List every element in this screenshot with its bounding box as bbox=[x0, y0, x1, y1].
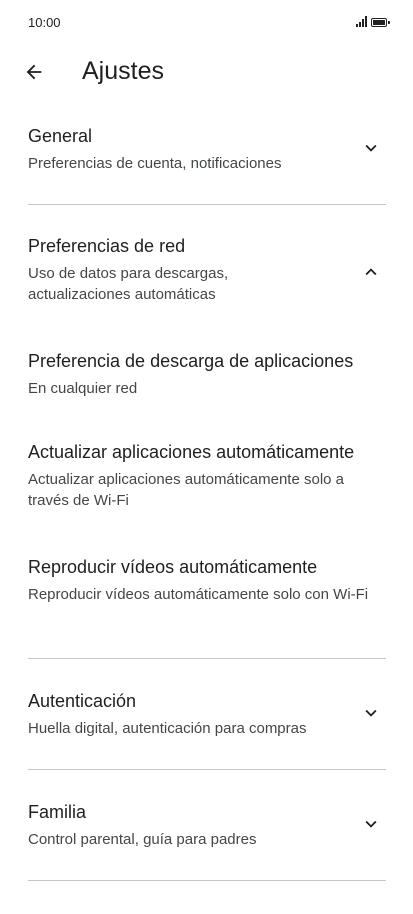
chevron-up-icon[interactable] bbox=[360, 261, 382, 283]
setting-subtitle: Reproducir vídeos automáticamente solo c… bbox=[28, 586, 369, 603]
setting-title: Reproducir vídeos automáticamente bbox=[28, 557, 318, 577]
back-button[interactable] bbox=[18, 56, 50, 88]
page-title: Ajustes bbox=[82, 57, 164, 85]
section-general[interactable]: General Preferencias de cuenta, notifica… bbox=[28, 124, 386, 174]
section-title: Familia bbox=[28, 802, 87, 822]
section-title: Autenticación bbox=[28, 691, 137, 711]
divider bbox=[28, 658, 386, 659]
divider bbox=[28, 769, 386, 770]
divider bbox=[28, 880, 386, 881]
section-family[interactable]: Familia Control parental, guía para padr… bbox=[28, 800, 386, 850]
chevron-down-icon[interactable] bbox=[360, 137, 382, 159]
setting-subtitle: Actualizar aplicaciones automáticamente … bbox=[28, 471, 345, 509]
section-title: Preferencias de red bbox=[28, 236, 186, 256]
section-title: General bbox=[28, 126, 93, 146]
chevron-down-icon[interactable] bbox=[360, 813, 382, 835]
section-authentication[interactable]: Autenticación Huella digital, autenticac… bbox=[28, 689, 386, 739]
setting-subtitle: En cualquier red bbox=[28, 380, 138, 397]
chevron-down-icon[interactable] bbox=[360, 702, 382, 724]
setting-download-preference[interactable]: Preferencia de descarga de aplicaciones … bbox=[28, 349, 386, 399]
section-subtitle: Huella digital, autenticación para compr… bbox=[28, 720, 307, 737]
setting-title: Actualizar aplicaciones automáticamente bbox=[28, 442, 355, 462]
section-subtitle: Preferencias de cuenta, notificaciones bbox=[28, 155, 282, 172]
status-icons bbox=[356, 16, 390, 27]
arrow-back-icon bbox=[26, 64, 42, 80]
setting-auto-update-apps[interactable]: Actualizar aplicaciones automáticamente … bbox=[28, 440, 386, 511]
section-subtitle: Uso de datos para descargas, actualizaci… bbox=[28, 265, 229, 303]
battery-icon bbox=[371, 18, 390, 27]
signal-icon bbox=[356, 16, 367, 27]
app-bar: Ajustes bbox=[0, 44, 413, 100]
section-network-preferences[interactable]: Preferencias de red Uso de datos para de… bbox=[28, 234, 386, 305]
setting-autoplay-videos[interactable]: Reproducir vídeos automáticamente Reprod… bbox=[28, 555, 386, 605]
status-bar: 10:00 bbox=[0, 0, 413, 44]
status-time: 10:00 bbox=[28, 15, 61, 30]
section-subtitle: Control parental, guía para padres bbox=[28, 831, 257, 848]
setting-title: Preferencia de descarga de aplicaciones bbox=[28, 351, 354, 371]
divider bbox=[28, 204, 386, 205]
